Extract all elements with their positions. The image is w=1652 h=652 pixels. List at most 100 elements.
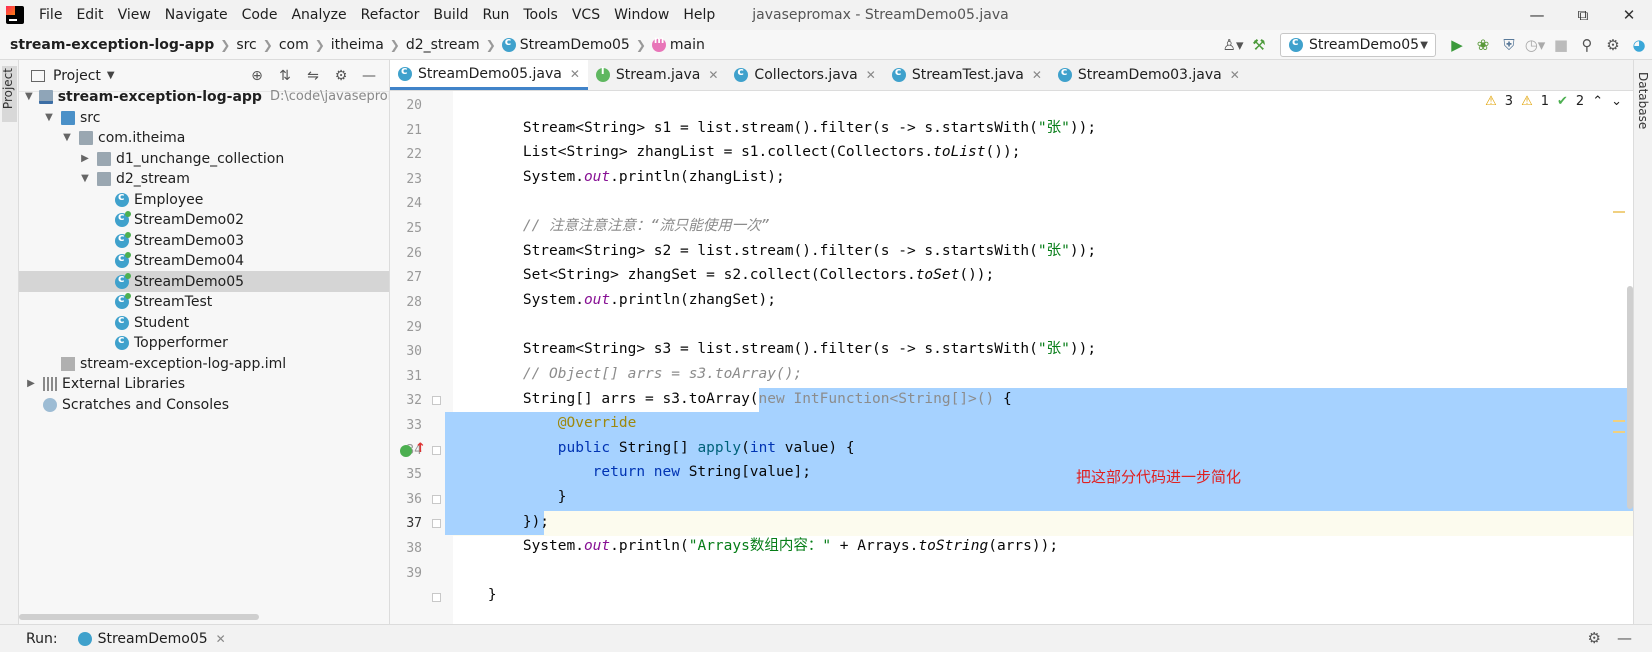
breadcrumb-project[interactable]: stream-exception-log-app <box>10 37 214 53</box>
tab-streamdemo03[interactable]: StreamDemo03.java ✕ <box>1050 60 1248 90</box>
debug-icon[interactable]: ❀ <box>1470 32 1496 58</box>
menu-view[interactable]: View <box>111 0 158 30</box>
tree-item-streamdemo04[interactable]: StreamDemo04 <box>19 250 389 271</box>
menu-run[interactable]: Run <box>476 0 517 30</box>
tree-item-streamdemo02[interactable]: StreamDemo02 <box>19 209 389 230</box>
tab-streamtest[interactable]: StreamTest.java ✕ <box>884 60 1050 90</box>
fold-marker-icon[interactable] <box>432 593 441 602</box>
tree-item-com-itheima[interactable]: ▼ com.itheima <box>19 127 389 148</box>
close-tab-icon[interactable]: ✕ <box>1230 68 1240 82</box>
close-tab-icon[interactable]: ✕ <box>1032 68 1042 82</box>
settings-gear-icon[interactable]: ⚙ <box>1588 629 1601 647</box>
close-tab-icon[interactable]: ✕ <box>708 68 718 82</box>
chevron-down-icon[interactable]: ▼ <box>107 70 115 81</box>
tree-item-streamtest[interactable]: StreamTest <box>19 291 389 312</box>
override-arrow-icon[interactable]: ↑ <box>415 441 426 456</box>
code-area[interactable]: Stream<String> s1 = list.stream().filter… <box>445 91 1633 624</box>
hide-panel-icon[interactable]: — <box>1617 629 1632 647</box>
project-horizontal-scrollbar[interactable] <box>19 614 259 620</box>
stop-icon[interactable]: ■ <box>1548 32 1574 58</box>
code-editor[interactable]: 20 21 22 23 24 25 26 27 28 29 30 31 32 3… <box>390 91 1633 624</box>
warning-marker[interactable] <box>1613 431 1625 433</box>
fold-marker-icon[interactable] <box>432 495 441 504</box>
chevron-down-icon[interactable]: ▼ <box>43 112 55 123</box>
previous-highlight-icon[interactable]: ⌃ <box>1592 94 1603 109</box>
project-panel-title[interactable]: Project <box>53 68 101 84</box>
run-icon[interactable]: ▶ <box>1444 32 1470 58</box>
tree-item-streamdemo03[interactable]: StreamDemo03 <box>19 230 389 251</box>
menu-navigate[interactable]: Navigate <box>158 0 235 30</box>
chevron-right-icon[interactable]: ▶ <box>79 153 91 164</box>
hide-panel-icon[interactable]: — <box>355 64 383 88</box>
inspection-widget[interactable]: ⚠ 3 ⚠ 1 ✔ 2 ⌃ ⌄ <box>1485 94 1622 109</box>
settings-gear-icon[interactable]: ⚙ <box>327 64 355 88</box>
project-tool-label[interactable]: Project <box>1 68 15 109</box>
coverage-icon[interactable]: ⛨ <box>1496 32 1522 58</box>
breadcrumb-src[interactable]: src <box>236 37 256 53</box>
tree-item-iml-file[interactable]: stream-exception-log-app.iml <box>19 353 389 374</box>
tab-stream[interactable]: Stream.java ✕ <box>588 60 727 90</box>
breadcrumb-class[interactable]: StreamDemo05 <box>501 35 630 53</box>
menu-vcs[interactable]: VCS <box>565 0 607 30</box>
close-tab-icon[interactable]: ✕ <box>570 67 580 81</box>
restore-icon[interactable]: ⧉ <box>1560 0 1606 30</box>
tree-item-d2-stream[interactable]: ▼ d2_stream <box>19 168 389 189</box>
fold-marker-icon[interactable] <box>432 519 441 528</box>
build-hammer-icon[interactable]: ⚒ <box>1246 32 1272 58</box>
chevron-right-icon[interactable]: ▶ <box>25 378 37 389</box>
database-tool-label[interactable]: Database <box>1636 72 1650 129</box>
editor-vertical-scrollbar[interactable] <box>1627 286 1633 509</box>
run-tab-streamdemo05[interactable]: StreamDemo05 ✕ <box>77 631 226 647</box>
menu-help[interactable]: Help <box>676 0 722 30</box>
code-text: List<String> zhangList = s1.collect(Coll… <box>453 144 934 160</box>
menu-code[interactable]: Code <box>235 0 285 30</box>
editor-gutter: 20 21 22 23 24 25 26 27 28 29 30 31 32 3… <box>390 91 453 624</box>
breadcrumb-d2-stream[interactable]: d2_stream <box>406 37 480 53</box>
search-icon[interactable]: ⚲ <box>1574 32 1600 58</box>
user-icon[interactable]: ♙▾ <box>1220 32 1246 58</box>
menu-tools[interactable]: Tools <box>516 0 565 30</box>
chevron-down-icon[interactable]: ▼ <box>25 91 33 102</box>
next-highlight-icon[interactable]: ⌄ <box>1611 94 1622 109</box>
menu-file[interactable]: File <box>32 0 69 30</box>
tree-item-external-libraries[interactable]: ▶ External Libraries <box>19 373 389 394</box>
tree-item-student[interactable]: Student <box>19 312 389 333</box>
settings-gear-icon[interactable]: ⚙ <box>1600 32 1626 58</box>
chevron-down-icon[interactable]: ▼ <box>79 173 91 184</box>
tree-item-src[interactable]: ▼ src <box>19 107 389 128</box>
chevron-down-icon[interactable]: ▼ <box>61 132 73 143</box>
tab-streamdemo05[interactable]: StreamDemo05.java ✕ <box>390 60 588 90</box>
menu-analyze[interactable]: Analyze <box>284 0 353 30</box>
warning-marker[interactable] <box>1613 211 1625 213</box>
menu-build[interactable]: Build <box>426 0 475 30</box>
breadcrumb-itheima[interactable]: itheima <box>331 37 384 53</box>
close-tab-icon[interactable]: ✕ <box>216 632 226 646</box>
string-literal: "张" <box>1037 243 1070 259</box>
tree-item-topperformer[interactable]: Topperformer <box>19 332 389 353</box>
tree-item-streamdemo05[interactable]: StreamDemo05 <box>19 271 389 292</box>
tree-item-d1-unchange-collection[interactable]: ▶ d1_unchange_collection <box>19 148 389 169</box>
tab-collectors[interactable]: Collectors.java ✕ <box>726 60 883 90</box>
tree-item-scratches[interactable]: Scratches and Consoles <box>19 394 389 415</box>
menu-edit[interactable]: Edit <box>69 0 110 30</box>
menu-refactor[interactable]: Refactor <box>354 0 427 30</box>
menu-window[interactable]: Window <box>607 0 676 30</box>
fold-marker-icon[interactable] <box>432 396 441 405</box>
run-configuration-select[interactable]: StreamDemo05 ▼ <box>1280 33 1436 57</box>
warning-marker[interactable] <box>1613 420 1625 422</box>
breadcrumb-com[interactable]: com <box>279 37 309 53</box>
minimize-icon[interactable]: — <box>1514 0 1560 30</box>
profile-icon[interactable]: ◷▾ <box>1522 32 1548 58</box>
tree-item-employee[interactable]: Employee <box>19 189 389 210</box>
implements-method-icon[interactable] <box>400 445 412 457</box>
close-tab-icon[interactable]: ✕ <box>866 68 876 82</box>
warning-icon: ⚠ <box>1485 94 1497 109</box>
close-window-icon[interactable]: ✕ <box>1606 0 1652 30</box>
tree-item-project-root[interactable]: ▼ stream-exception-log-app D:\code\javas… <box>19 86 389 107</box>
expand-all-icon[interactable]: ⇅ <box>271 64 299 88</box>
jetbrains-toolbox-icon[interactable]: ◕ <box>1626 32 1652 58</box>
fold-marker-icon[interactable] <box>432 446 441 455</box>
collapse-all-icon[interactable]: ⇋ <box>299 64 327 88</box>
locate-target-icon[interactable]: ⊕ <box>243 64 271 88</box>
breadcrumb-method[interactable]: main <box>651 35 705 53</box>
